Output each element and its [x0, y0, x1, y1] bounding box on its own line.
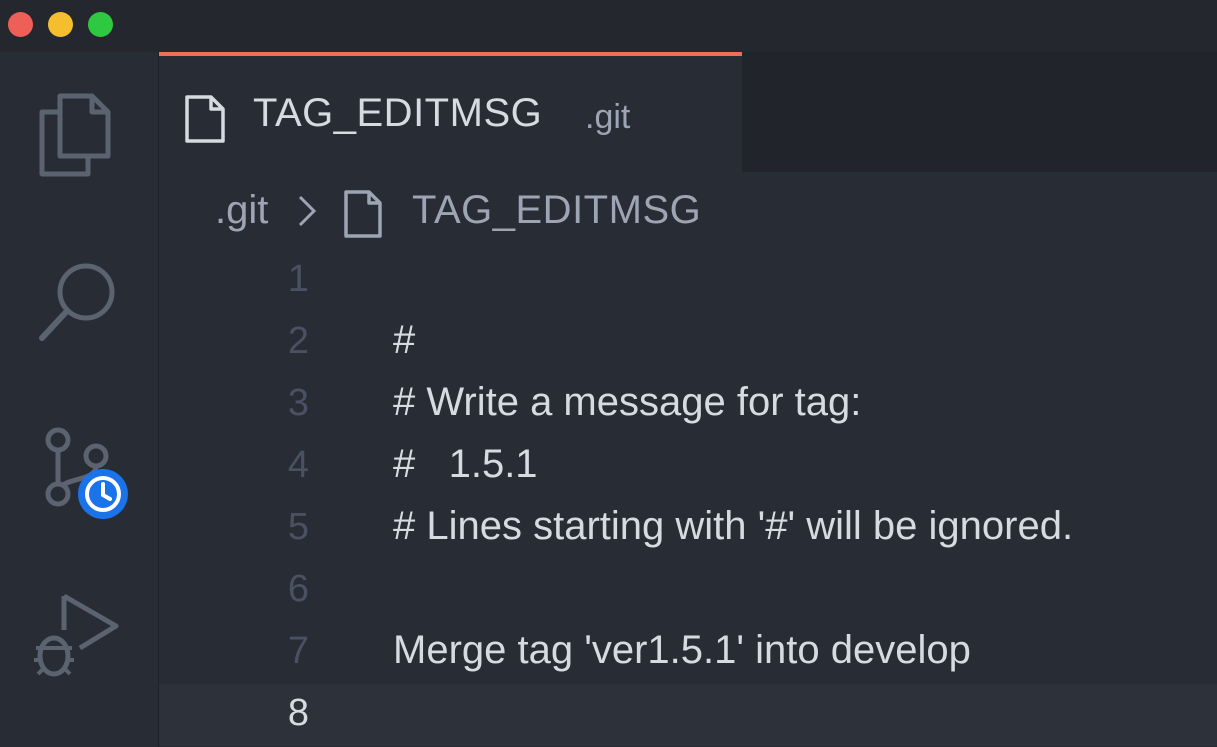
- tab-title: TAG_EDITMSG: [253, 91, 543, 135]
- line-text[interactable]: #: [393, 318, 415, 363]
- line-number: 6: [287, 568, 309, 610]
- line-number: 7: [287, 630, 309, 672]
- editor-line[interactable]: 5 # Lines starting with '#' will be igno…: [159, 498, 1217, 560]
- line-number: 3: [287, 382, 309, 424]
- editor-line[interactable]: 6: [159, 560, 1217, 622]
- line-number: 5: [287, 506, 309, 548]
- tab-bar: TAG_EDITMSG .git: [159, 52, 1217, 172]
- editor-line[interactable]: 4 # 1.5.1: [159, 436, 1217, 498]
- tab-tag-editmsg[interactable]: TAG_EDITMSG .git: [159, 52, 742, 172]
- title-bar: [0, 0, 1217, 52]
- close-window-button[interactable]: [8, 12, 33, 37]
- editor-line[interactable]: 1: [159, 250, 1217, 312]
- file-icon: [183, 94, 227, 144]
- breadcrumb-folder[interactable]: .git: [215, 188, 268, 233]
- files-icon[interactable]: [30, 86, 126, 182]
- minimize-window-button[interactable]: [48, 12, 73, 37]
- line-number: 8: [287, 692, 309, 734]
- run-debug-icon[interactable]: [30, 590, 126, 686]
- activity-bar: [0, 52, 159, 747]
- maximize-window-button[interactable]: [88, 12, 113, 37]
- file-icon: [342, 189, 384, 239]
- editor-line[interactable]: 2 #: [159, 312, 1217, 374]
- search-icon[interactable]: [30, 250, 126, 346]
- editor-line-current[interactable]: 8: [159, 684, 1217, 746]
- line-text[interactable]: Merge tag 'ver1.5.1' into develop: [393, 628, 971, 673]
- code-editor[interactable]: 1 2 # 3 # Write a message for tag: 4 # 1…: [159, 250, 1217, 747]
- breadcrumb: .git TAG_EDITMSG: [159, 172, 1217, 252]
- line-text[interactable]: # Write a message for tag:: [393, 380, 861, 425]
- tab-description: .git: [585, 98, 631, 136]
- line-text[interactable]: # Lines starting with '#' will be ignore…: [393, 504, 1073, 549]
- editor-line[interactable]: 3 # Write a message for tag:: [159, 374, 1217, 436]
- line-text[interactable]: # 1.5.1: [393, 442, 538, 487]
- editor-line[interactable]: 7 Merge tag 'ver1.5.1' into develop: [159, 622, 1217, 684]
- line-number: 1: [287, 258, 309, 300]
- clock-icon: [77, 468, 129, 520]
- line-number: 2: [287, 320, 309, 362]
- chevron-right-icon: [296, 194, 318, 228]
- breadcrumb-file[interactable]: TAG_EDITMSG: [412, 188, 701, 233]
- editor-window: TAG_EDITMSG .git .git TAG_EDITMSG 1 2 #: [0, 0, 1217, 747]
- line-number: 4: [287, 444, 309, 486]
